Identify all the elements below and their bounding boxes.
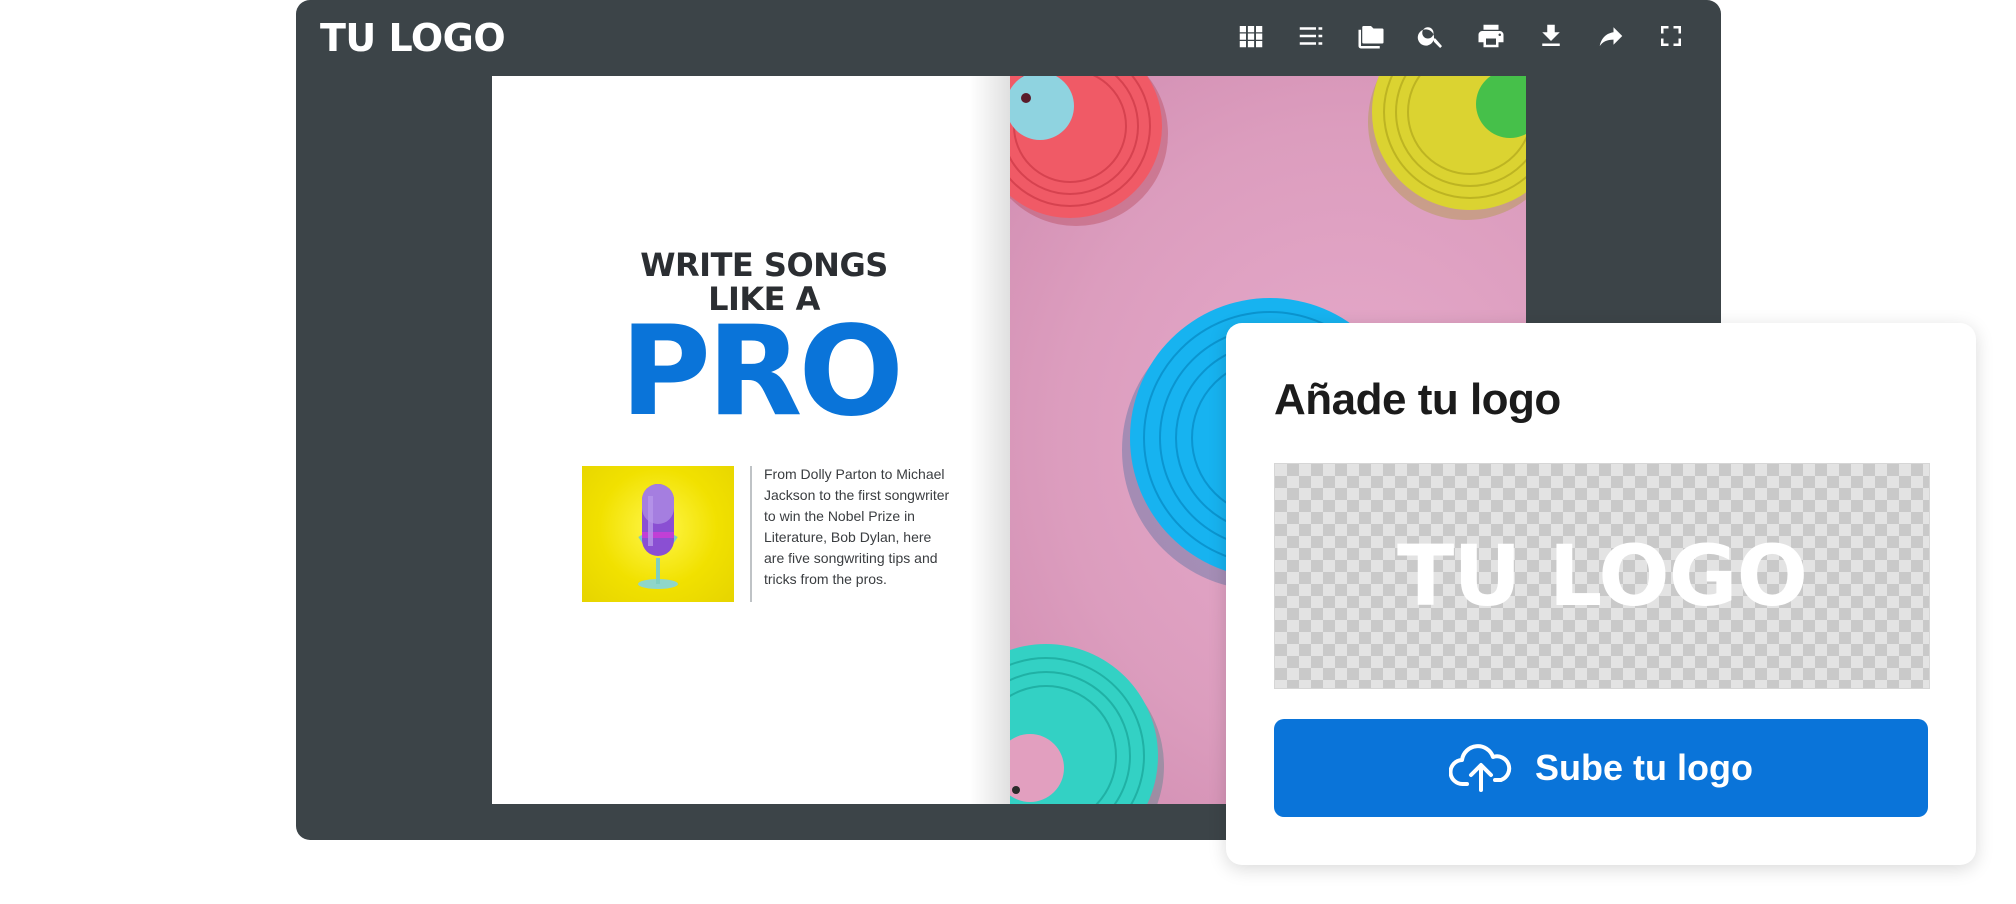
fullscreen-button[interactable] <box>1641 16 1701 56</box>
upload-logo-button[interactable]: Sube tu logo <box>1274 719 1928 817</box>
print-icon <box>1478 24 1504 48</box>
grid-view-button[interactable] <box>1221 16 1281 56</box>
viewer-toolbar <box>1221 16 1701 56</box>
share-icon <box>1599 27 1623 46</box>
microphone-icon <box>638 484 678 589</box>
search-button[interactable] <box>1401 16 1461 56</box>
divider <box>750 466 752 602</box>
download-button[interactable] <box>1521 16 1581 56</box>
folder-icon <box>1358 26 1384 49</box>
microphone-image <box>582 466 734 602</box>
search-icon <box>1417 27 1442 48</box>
print-button[interactable] <box>1461 16 1521 56</box>
list-icon <box>1299 27 1323 45</box>
download-icon <box>1542 24 1560 46</box>
headline-big: PRO <box>620 300 904 444</box>
table-of-contents-button[interactable] <box>1281 16 1341 56</box>
logo-preview: TU LOGO <box>1274 463 1930 689</box>
cloud-upload-icon <box>1449 744 1512 792</box>
brand-logo: TU LOGO <box>320 16 506 60</box>
page-fold-shadow <box>970 76 1010 804</box>
book-page-left[interactable]: WRITE SONGS LIKE A PRO From Dolly Parton… <box>492 76 1010 804</box>
fullscreen-icon <box>1661 26 1681 46</box>
grid-icon <box>1239 26 1263 48</box>
intro-text: From Dolly Parton to Michael Jackson to … <box>764 466 950 587</box>
logo-preview-text: TU LOGO <box>1396 527 1808 625</box>
card-title: Añade tu logo <box>1274 375 1561 424</box>
add-logo-card: Añade tu logo TU LOGO Sube tu logo <box>1226 323 1976 865</box>
folders-button[interactable] <box>1341 16 1401 56</box>
upload-logo-label: Sube tu logo <box>1535 747 1753 788</box>
share-button[interactable] <box>1581 16 1641 56</box>
